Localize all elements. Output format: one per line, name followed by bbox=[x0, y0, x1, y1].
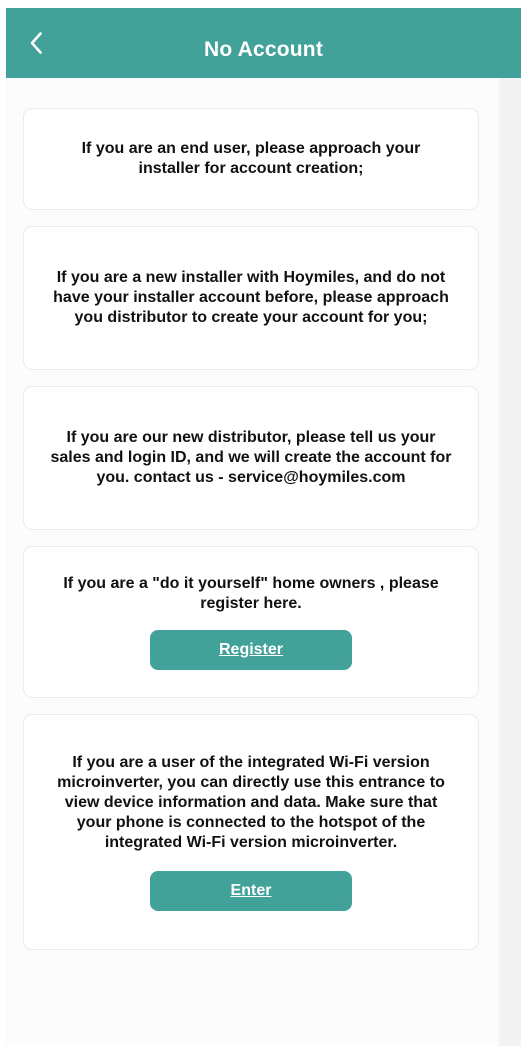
header-bar: No Account bbox=[6, 8, 521, 78]
wifi-microinverter-card: If you are a user of the integrated Wi-F… bbox=[23, 714, 479, 950]
installer-info-text: If you are a new installer with Hoymiles… bbox=[53, 269, 449, 326]
end-user-info-card: If you are an end user, please approach … bbox=[23, 108, 479, 210]
enter-button[interactable]: Enter bbox=[150, 871, 352, 911]
diy-owner-text: If you are a "do it yourself" home owner… bbox=[63, 575, 439, 612]
chevron-left-icon bbox=[30, 32, 42, 54]
no-account-screen: No Account If you are an end user, pleas… bbox=[6, 8, 521, 1046]
distributor-info-text: If you are our new distributor, please t… bbox=[50, 429, 452, 486]
register-button[interactable]: Register bbox=[150, 630, 352, 670]
installer-info-card: If you are a new installer with Hoymiles… bbox=[23, 226, 479, 370]
page-title: No Account bbox=[203, 38, 324, 61]
end-user-info-text: If you are an end user, please approach … bbox=[81, 140, 421, 177]
content-area: If you are an end user, please approach … bbox=[6, 78, 521, 1046]
wifi-microinverter-text: If you are a user of the integrated Wi-F… bbox=[57, 754, 445, 851]
back-button[interactable] bbox=[20, 25, 52, 61]
diy-owner-card: If you are a "do it yourself" home owner… bbox=[23, 546, 479, 698]
distributor-info-card: If you are our new distributor, please t… bbox=[23, 386, 479, 530]
